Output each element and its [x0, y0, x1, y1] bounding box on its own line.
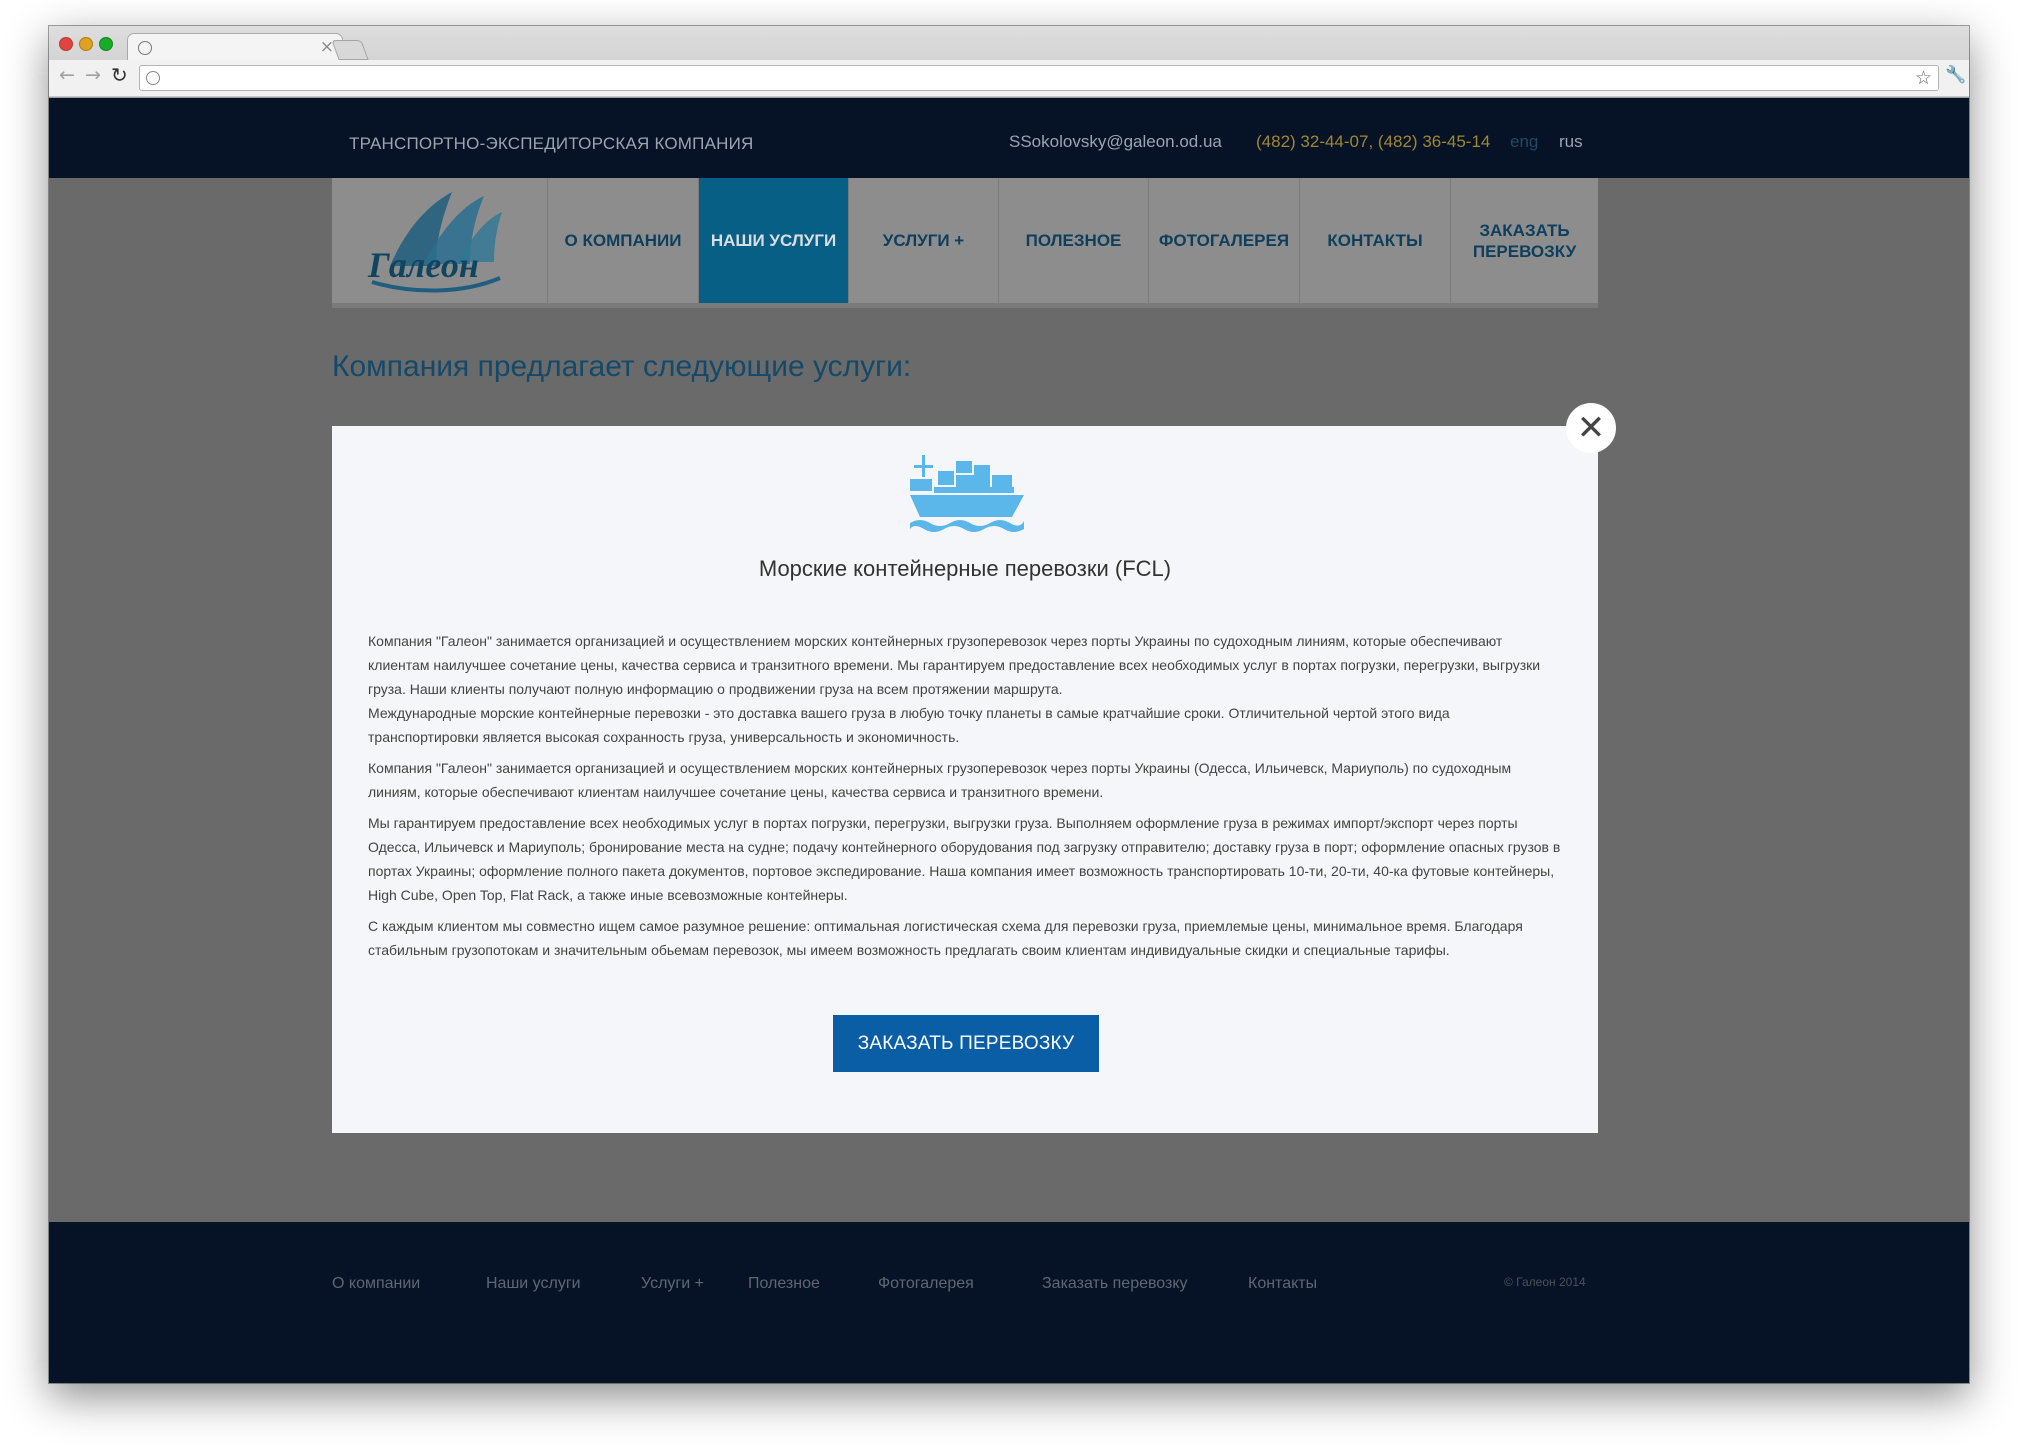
top-bar: ТРАНСПОРТНО-ЭКСПЕДИТОРСКАЯ КОМПАНИЯ SSok…	[49, 98, 1969, 178]
bookmark-star-icon[interactable]: ☆	[1915, 66, 1932, 90]
copyright: © Галеон 2014	[1504, 1275, 1586, 1289]
footer-link-services-plus[interactable]: Услуги +	[641, 1275, 704, 1293]
browser-tab[interactable]: ×	[127, 33, 343, 61]
nav-useful[interactable]: ПОЛЕЗНОЕ	[999, 178, 1149, 303]
globe-icon	[146, 71, 160, 85]
footer-link-about[interactable]: О компании	[332, 1275, 420, 1293]
modal-paragraph-text: Компания "Галеон" занимается организацие…	[368, 633, 1541, 697]
browser-chrome: × ← → ↻ ☆ 🔧	[49, 26, 1969, 98]
modal-paragraph-text: Международные морские контейнерные перев…	[368, 705, 1450, 745]
nav-gallery[interactable]: ФОТОГАЛЕРЕЯ	[1149, 178, 1300, 303]
email-link[interactable]: SSokolovsky@galeon.od.ua	[1009, 132, 1222, 152]
footer-link-useful[interactable]: Полезное	[748, 1275, 820, 1293]
lang-eng-link[interactable]: eng	[1510, 132, 1538, 152]
main-navigation: Галеон О КОМПАНИИ НАШИ УСЛУГИ УСЛУГИ + П…	[332, 178, 1598, 308]
phone-numbers: (482) 32-44-07, (482) 36-45-14	[1256, 132, 1491, 151]
minimize-window-button[interactable]	[79, 37, 93, 51]
nav-services-plus[interactable]: УСЛУГИ +	[849, 178, 999, 303]
close-icon[interactable]: ✕	[1566, 403, 1616, 453]
ship-icon	[910, 455, 1024, 532]
nav-services[interactable]: НАШИ УСЛУГИ	[699, 178, 849, 303]
footer-link-contacts[interactable]: Контакты	[1248, 1275, 1317, 1293]
footer-link-gallery[interactable]: Фотогалерея	[878, 1275, 974, 1293]
modal-paragraph: Компания "Галеон" занимается организацие…	[368, 760, 1512, 800]
zoom-window-button[interactable]	[99, 37, 113, 51]
modal-paragraph: Компания "Галеон" занимается организацие…	[368, 629, 1562, 749]
lang-rus-link[interactable]: rus	[1559, 132, 1583, 152]
wrench-icon[interactable]: 🔧	[1945, 65, 1966, 85]
logo[interactable]: Галеон	[332, 178, 548, 303]
nav-about[interactable]: О КОМПАНИИ	[548, 178, 699, 303]
new-tab-button[interactable]	[331, 40, 369, 60]
reload-icon[interactable]: ↻	[111, 63, 128, 87]
logo-text: Галеон	[368, 245, 479, 285]
footer-link-order[interactable]: Заказать перевозку	[1042, 1275, 1188, 1293]
browser-window: × ← → ↻ ☆ 🔧 ТРАНСПОРТНО-ЭКСПЕДИТОРСКАЯ К…	[49, 26, 1969, 1383]
nav-contacts[interactable]: КОНТАКТЫ	[1300, 178, 1451, 303]
nav-order[interactable]: ЗАКАЗАТЬ ПЕРЕВОЗКУ	[1451, 178, 1598, 303]
service-modal: Морские контейнерные перевозки (FCL) Ком…	[332, 426, 1598, 1133]
back-arrow-icon[interactable]: ←	[59, 64, 75, 86]
modal-body: Компания "Галеон" занимается организацие…	[368, 629, 1562, 969]
modal-title: Морские контейнерные перевозки (FCL)	[758, 556, 1172, 581]
browser-toolbar: ← → ↻ ☆ 🔧	[49, 60, 1969, 96]
order-transport-button[interactable]: ЗАКАЗАТЬ ПЕРЕВОЗКУ	[833, 1015, 1099, 1072]
close-window-button[interactable]	[59, 37, 73, 51]
modal-paragraph: Мы гарантируем предоставление всех необх…	[368, 815, 1561, 903]
company-tagline: ТРАНСПОРТНО-ЭКСПЕДИТОРСКАЯ КОМПАНИЯ	[349, 134, 754, 153]
tab-close-icon[interactable]: ×	[320, 36, 334, 58]
footer-link-services[interactable]: Наши услуги	[486, 1275, 581, 1293]
modal-paragraph: С каждым клиентом мы совместно ищем само…	[368, 918, 1523, 958]
webpage: ТРАНСПОРТНО-ЭКСПЕДИТОРСКАЯ КОМПАНИЯ SSok…	[49, 98, 1969, 1383]
globe-icon	[138, 41, 152, 55]
address-bar[interactable]: ☆	[139, 65, 1939, 91]
page-title: Компания предлагает следующие услуги:	[332, 350, 912, 383]
footer: О компании Наши услуги Услуги + Полезное…	[49, 1222, 1969, 1383]
forward-arrow-icon[interactable]: →	[85, 64, 101, 86]
